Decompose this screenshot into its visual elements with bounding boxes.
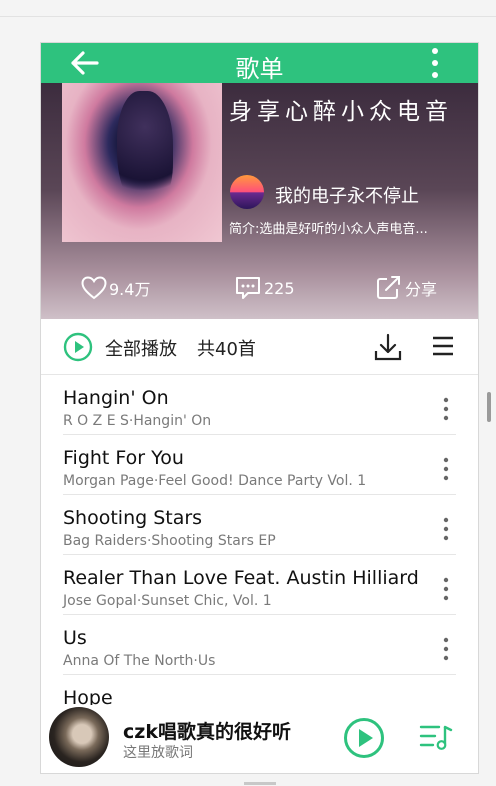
song-list: Hangin' On R O Z E S·Hangin' On Fight Fo…	[41, 375, 478, 735]
play-all-bar: 全部播放 共40首	[41, 319, 478, 375]
header-bar: 歌单	[41, 43, 478, 83]
playlist-banner: 身享心醉小众电音 我的电子永不停止 简介:选曲是好听的小众人声电音... 9.4…	[41, 83, 478, 319]
song-title: Shooting Stars	[63, 507, 203, 529]
mini-player: czk唱歌真的很好听 这里放歌词	[41, 705, 478, 773]
song-item[interactable]: Us Anna Of The North·Us	[63, 615, 456, 675]
window-top-border	[0, 16, 496, 17]
song-item[interactable]: Hangin' On R O Z E S·Hangin' On	[63, 375, 456, 435]
cover-art-figure	[117, 91, 173, 211]
window-scrollbar[interactable]	[487, 392, 491, 422]
song-item[interactable]: Realer Than Love Feat. Austin Hilliard J…	[63, 555, 456, 615]
comment-icon	[236, 277, 260, 299]
song-subtitle: Anna Of The North·Us	[63, 653, 216, 669]
song-item[interactable]: Fight For You Morgan Page·Feel Good! Dan…	[63, 435, 456, 495]
share-icon	[377, 276, 400, 299]
song-title: Us	[63, 627, 87, 649]
song-subtitle: Morgan Page·Feel Good! Dance Party Vol. …	[63, 473, 367, 489]
play-all-label[interactable]: 全部播放	[105, 335, 177, 361]
window-bottom-handle	[244, 782, 276, 785]
song-more-icon[interactable]	[443, 577, 449, 601]
page-title: 歌单	[235, 55, 284, 83]
song-subtitle: Bag Raiders·Shooting Stars EP	[63, 533, 276, 549]
song-subtitle: Jose Gopal·Sunset Chic, Vol. 1	[63, 593, 272, 609]
share-button[interactable]: 分享	[375, 273, 437, 303]
playlist-queue-icon[interactable]	[419, 723, 453, 751]
song-more-icon[interactable]	[443, 457, 449, 481]
like-count: 9.4万	[109, 280, 151, 299]
song-more-icon[interactable]	[443, 517, 449, 541]
more-vertical-icon[interactable]	[427, 45, 443, 81]
list-menu-icon[interactable]	[431, 334, 455, 358]
now-playing-album-art[interactable]	[49, 707, 109, 767]
song-item[interactable]: Shooting Stars Bag Raiders·Shooting Star…	[63, 495, 456, 555]
play-all-icon[interactable]	[63, 332, 93, 362]
now-playing-lyrics: 这里放歌词	[123, 745, 193, 761]
song-more-icon[interactable]	[443, 397, 449, 421]
download-icon[interactable]	[373, 332, 403, 362]
comment-button[interactable]: 225	[234, 273, 295, 303]
play-icon[interactable]	[343, 717, 385, 759]
playlist-intro[interactable]: 简介:选曲是好听的小众人声电音...	[229, 218, 461, 237]
app-frame: 歌单 身享心醉小众电音 我的电子永不停止 简介:选曲是好听的小众人声电音... …	[40, 42, 479, 774]
song-count: 共40首	[197, 339, 256, 360]
comment-count: 225	[264, 278, 295, 298]
playlist-cover[interactable]	[62, 83, 222, 242]
song-title: Hangin' On	[63, 387, 169, 409]
song-title: Realer Than Love Feat. Austin Hilliard	[63, 567, 419, 589]
now-playing-title[interactable]: czk唱歌真的很好听	[123, 717, 291, 744]
playlist-name: 身享心醉小众电音	[229, 99, 453, 125]
author-avatar[interactable]	[230, 175, 264, 209]
like-button[interactable]: 9.4万	[81, 273, 150, 303]
share-label: 分享	[405, 280, 438, 299]
author-name[interactable]: 我的电子永不停止	[275, 182, 419, 208]
song-title: Fight For You	[63, 447, 184, 469]
song-subtitle: R O Z E S·Hangin' On	[63, 413, 212, 429]
song-more-icon[interactable]	[443, 637, 449, 661]
heart-icon	[81, 276, 107, 300]
